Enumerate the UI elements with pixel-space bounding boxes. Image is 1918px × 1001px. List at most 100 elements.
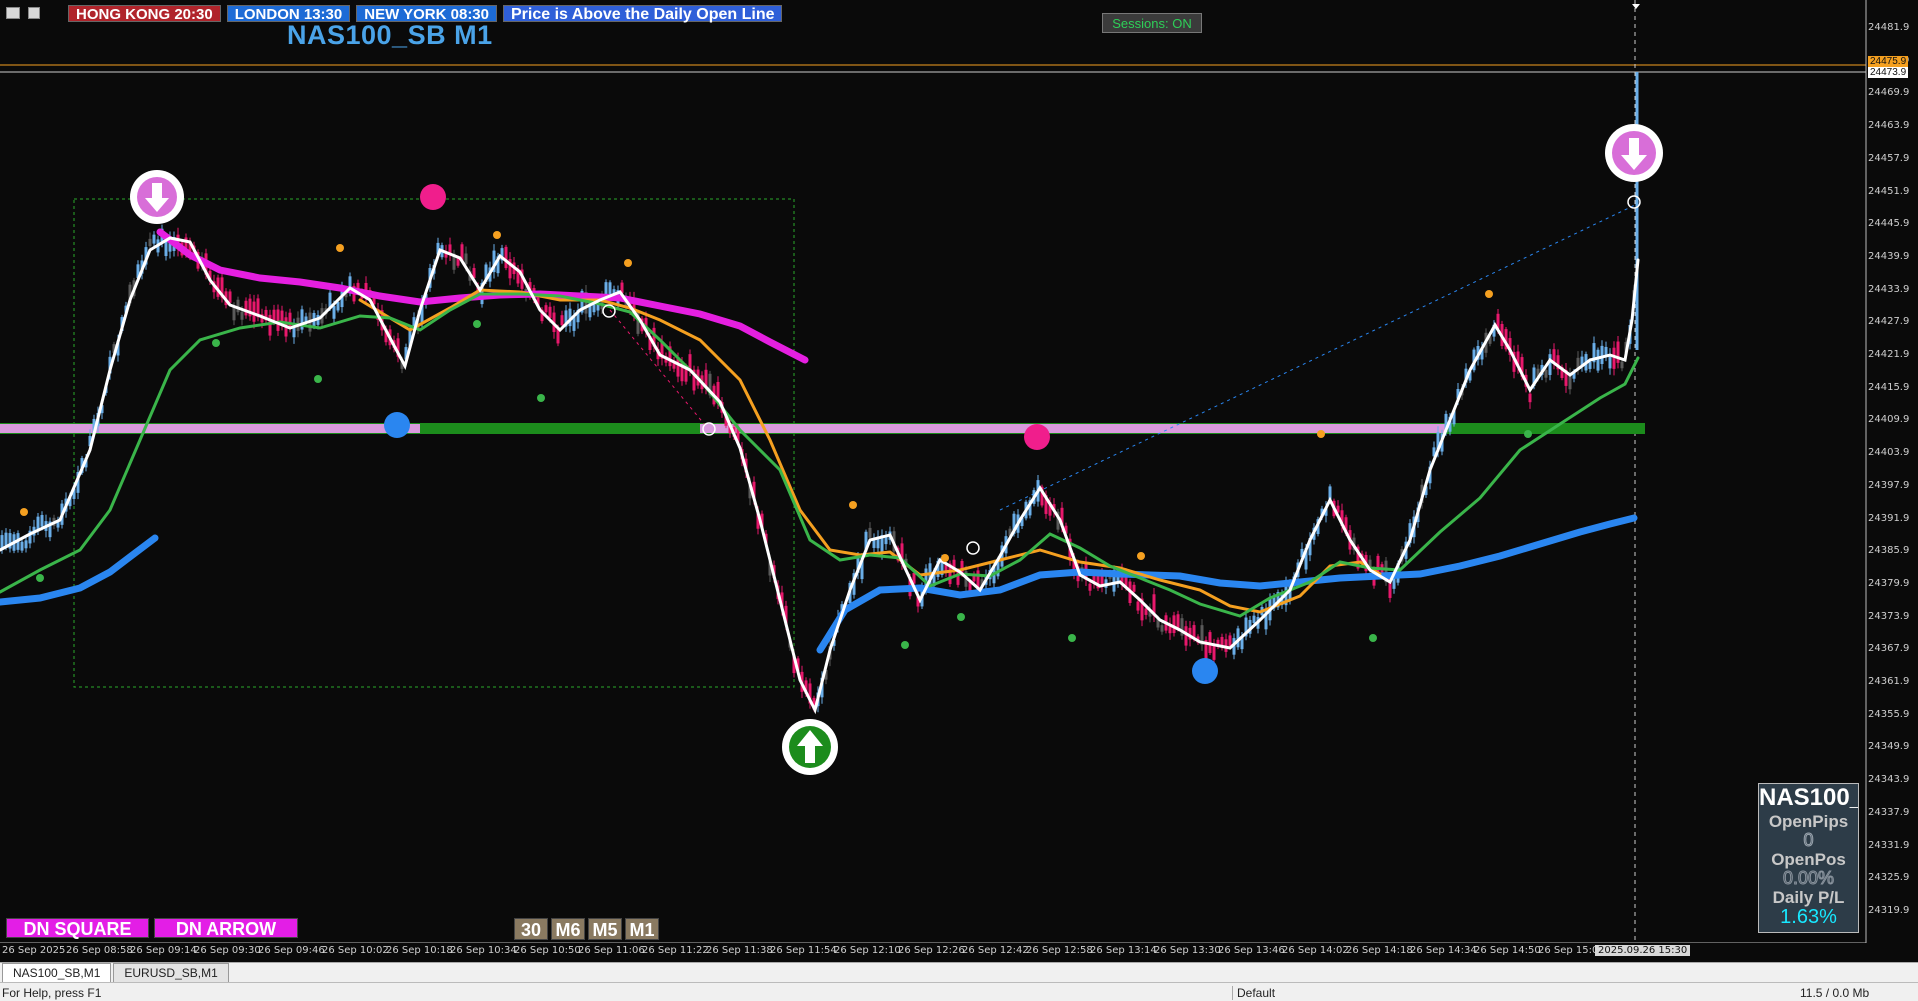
price-axis-label: 24451.9 xyxy=(1868,185,1910,197)
swing-low-dot xyxy=(314,375,322,383)
time-axis-label: 26 Sep 09:14 xyxy=(130,945,197,956)
timeframe-m1-button[interactable]: M1 xyxy=(625,918,659,940)
price-status-note: Price is Above the Daily Open Line xyxy=(503,4,783,23)
candle-body xyxy=(504,246,508,269)
price-axis-label: 24325.9 xyxy=(1868,872,1910,884)
candle-body xyxy=(244,300,248,316)
time-axis-label: 26 Sep 10:34 xyxy=(450,945,517,956)
swing-low-dot xyxy=(537,394,545,402)
session-new-york: NEW YORK 08:30 xyxy=(356,4,497,23)
pink-marker-mid-icon xyxy=(1024,424,1050,450)
price-axis-label: 24421.9 xyxy=(1868,349,1910,360)
price-axis-label: 24319.9 xyxy=(1868,904,1910,916)
time-axis-label: 26 Sep 12:58 xyxy=(1026,945,1093,956)
candle-body xyxy=(272,309,276,321)
price-axis-label: 24415.9 xyxy=(1868,381,1910,393)
time-axis-label: 26 Sep 11:38 xyxy=(706,945,773,956)
candle-body xyxy=(20,541,24,551)
time-axis-label: 26 Sep 09:46 xyxy=(258,945,325,956)
blue-marker-low-icon xyxy=(1192,658,1218,684)
open-pos-label: OpenPos xyxy=(1771,850,1846,869)
candle-body xyxy=(1132,584,1136,592)
price-axis-label: 24391.9 xyxy=(1868,512,1910,524)
candle-body xyxy=(1172,615,1176,634)
candle-body xyxy=(1144,608,1148,615)
time-axis-label: 26 Sep 10:50 xyxy=(514,945,581,956)
time-axis-label: 26 Sep 13:30 xyxy=(1154,945,1221,956)
price-axis-label: 24469.9 xyxy=(1868,87,1910,99)
timeframe-30-button[interactable]: 30 xyxy=(514,918,548,940)
swing-low-dot xyxy=(1369,634,1377,642)
bid-price-marker: 24473.9 xyxy=(1868,67,1909,78)
candle-body xyxy=(1528,393,1532,403)
chart-menu-icon[interactable] xyxy=(6,7,20,19)
pink-marker-icon xyxy=(420,184,446,210)
swing-high-dot xyxy=(493,231,501,239)
swing-high-dot xyxy=(1137,552,1145,560)
price-axis-label: 24373.9 xyxy=(1868,610,1910,622)
status-bar: For Help, press F1 Default 11.5 / 0.0 Mb xyxy=(0,982,1918,1001)
swing-high-dot xyxy=(624,259,632,267)
time-cursor-label: 2025.09.26 15:30 xyxy=(1595,945,1691,956)
symbol-title: NAS100_SB M1 xyxy=(287,20,493,50)
time-axis-label: 26 Sep 09:30 xyxy=(194,945,261,956)
price-axis-label: 24457.9 xyxy=(1868,152,1910,164)
candle-body xyxy=(1588,361,1592,369)
candle-body xyxy=(1136,601,1140,611)
time-axis-label: 26 Sep 11:06 xyxy=(578,945,645,956)
swing-low-dot xyxy=(212,339,220,347)
candle-body xyxy=(1544,369,1548,378)
time-axis-label: 26 Sep 14:18 xyxy=(1346,945,1413,956)
open-pips-value: 0 xyxy=(1803,830,1814,850)
candle-body xyxy=(4,532,8,546)
candle-body xyxy=(24,540,28,549)
sessions-toggle-button[interactable]: Sessions: ON xyxy=(1102,13,1202,33)
open-pips-label: OpenPips xyxy=(1768,812,1849,831)
status-network: 11.5 / 0.0 Mb xyxy=(1800,986,1870,1000)
up-signal-icon xyxy=(782,719,838,775)
swing-high-dot xyxy=(849,501,857,509)
chart-settings-icon[interactable] xyxy=(28,7,40,19)
dn-square-button[interactable]: DN SQUARE xyxy=(6,918,149,939)
candle-body xyxy=(592,304,596,313)
price-axis-label: 24433.9 xyxy=(1868,283,1910,295)
candle-body xyxy=(232,307,236,321)
price-axis-label: 24385.9 xyxy=(1868,545,1910,557)
swing-high-dot xyxy=(20,508,28,516)
chart-window[interactable]: HONG KONG 20:30 LONDON 13:30 NEW YORK 08… xyxy=(0,0,1918,956)
swing-high-dot xyxy=(1485,290,1493,298)
time-axis-label: 26 Sep 13:46 xyxy=(1218,945,1285,956)
swing-high-dot xyxy=(941,554,949,562)
candle-body xyxy=(1600,345,1604,364)
timeframe-m5-button[interactable]: M5 xyxy=(588,918,622,940)
swing-low-dot xyxy=(36,574,44,582)
price-chart[interactable] xyxy=(0,0,1918,943)
time-axis-label: 26 Sep 2025 xyxy=(2,945,66,956)
candle-body xyxy=(868,527,872,538)
candle-body xyxy=(1612,347,1616,369)
swing-low-dot xyxy=(901,641,909,649)
time-axis-label: 26 Sep 12:10 xyxy=(834,945,901,956)
daily-pl-value: 1.63% xyxy=(1780,906,1837,928)
candle-body xyxy=(276,309,280,331)
candle-body xyxy=(1616,341,1620,363)
candle-body xyxy=(1596,349,1600,371)
timeframe-m6-button[interactable]: M6 xyxy=(551,918,585,940)
price-axis-label: 24445.9 xyxy=(1868,218,1910,230)
swing-low-dot xyxy=(1068,634,1076,642)
candle-body xyxy=(1252,615,1256,624)
swing-low-dot xyxy=(957,613,965,621)
tab-eurusd[interactable]: EURUSD_SB,M1 xyxy=(113,963,229,982)
down-signal-right-icon xyxy=(1605,124,1663,182)
price-axis-label: 24481.9 xyxy=(1868,22,1910,33)
session-london: LONDON 13:30 xyxy=(226,4,351,23)
time-axis-label: 26 Sep 14:02 xyxy=(1282,945,1349,956)
swing-low-dot xyxy=(473,320,481,328)
tab-nas100[interactable]: NAS100_SB,M1 xyxy=(2,963,112,982)
status-profile: Default xyxy=(1232,986,1462,1000)
blue-marker-icon xyxy=(384,412,410,438)
price-axis-label: 24355.9 xyxy=(1868,708,1910,720)
dn-arrow-button[interactable]: DN ARROW xyxy=(154,918,298,939)
candle-body xyxy=(1176,614,1180,629)
candle-body xyxy=(464,253,468,265)
